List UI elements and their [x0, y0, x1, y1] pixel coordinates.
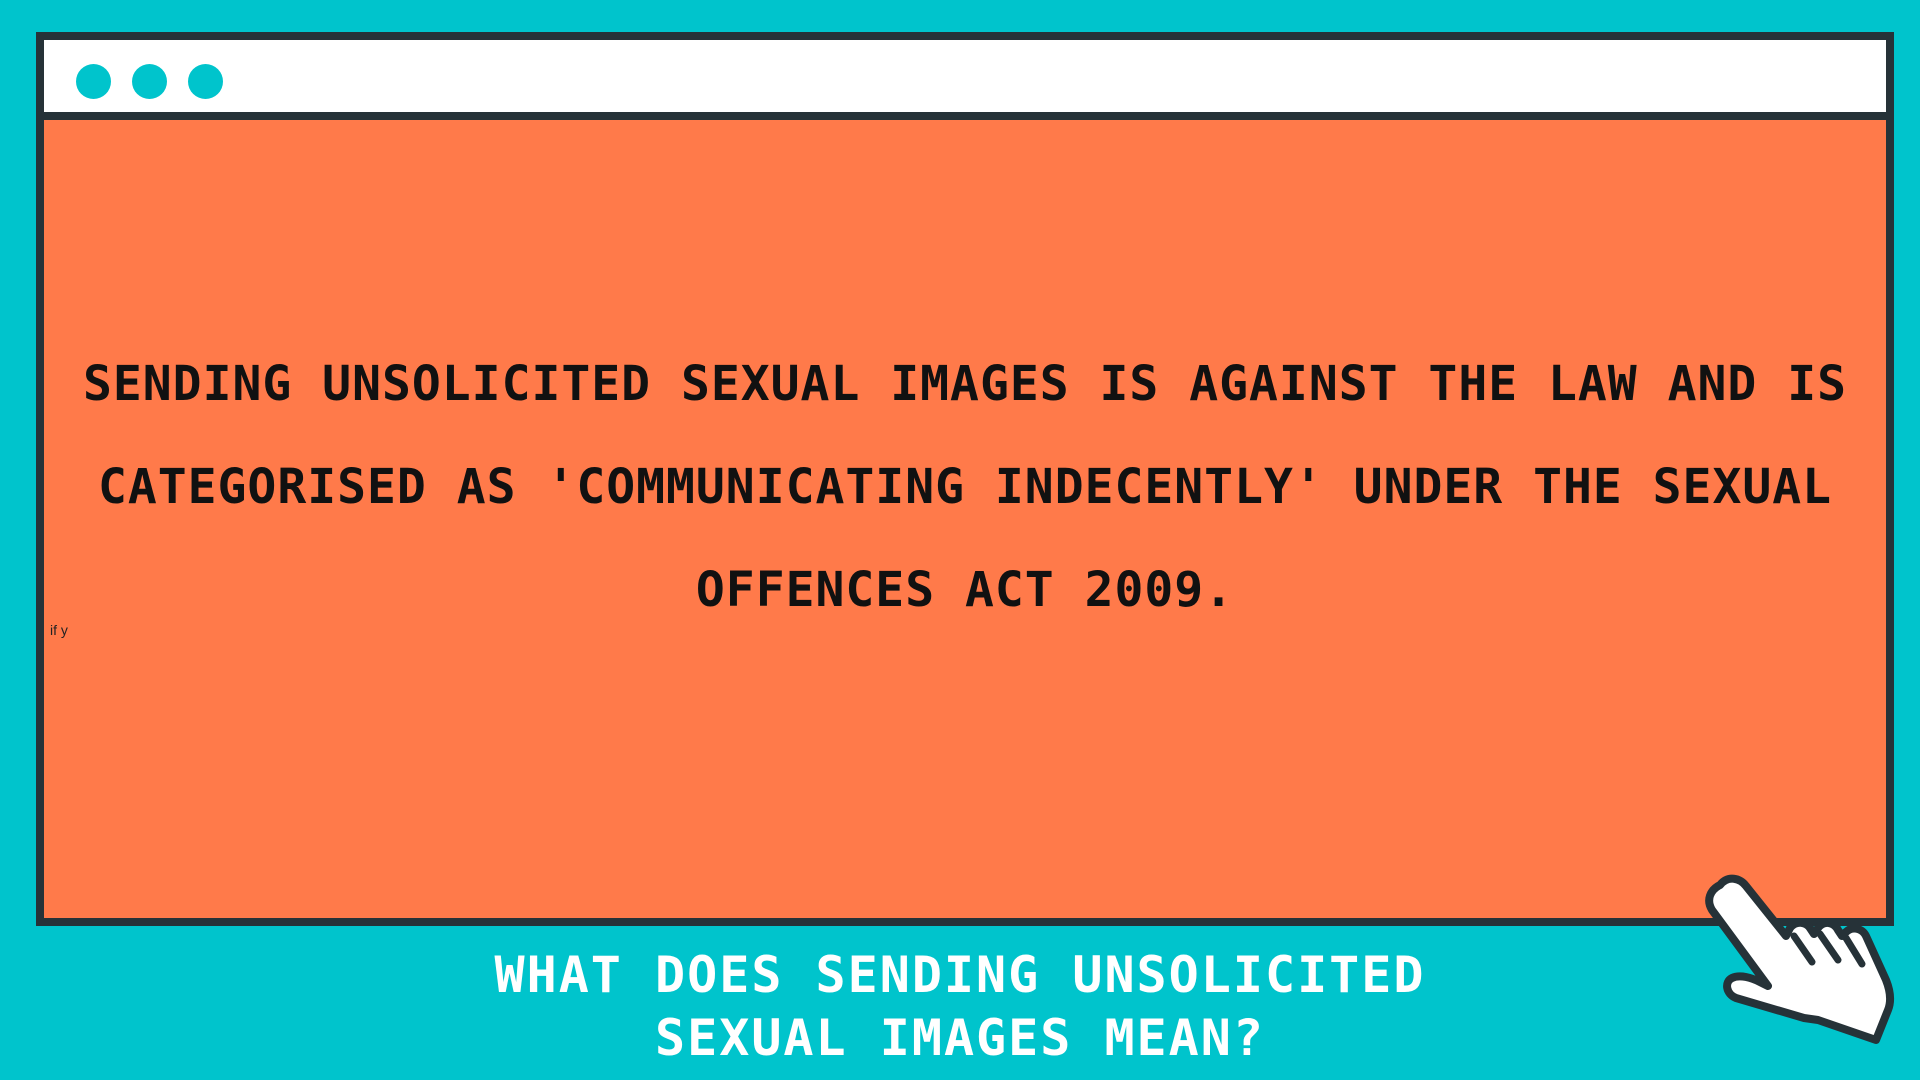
window-dot-2[interactable] [132, 64, 167, 99]
main-message: SENDING UNSOLICITED SEXUAL IMAGES IS AGA… [82, 356, 1847, 618]
browser-window: SENDING UNSOLICITED SEXUAL IMAGES IS AGA… [36, 32, 1894, 926]
window-titlebar [44, 40, 1886, 120]
window-dot-1[interactable] [76, 64, 111, 99]
window-dot-3[interactable] [188, 64, 223, 99]
caption-line-1: WHAT DOES SENDING UNSOLICITED [494, 946, 1426, 1004]
caption-line-2: SEXUAL IMAGES MEAN? [655, 1009, 1265, 1067]
caption: WHAT DOES SENDING UNSOLICITED SEXUAL IMA… [0, 944, 1920, 1070]
stray-text: if y [50, 622, 68, 638]
hand-pointer-icon [1705, 874, 1895, 1044]
